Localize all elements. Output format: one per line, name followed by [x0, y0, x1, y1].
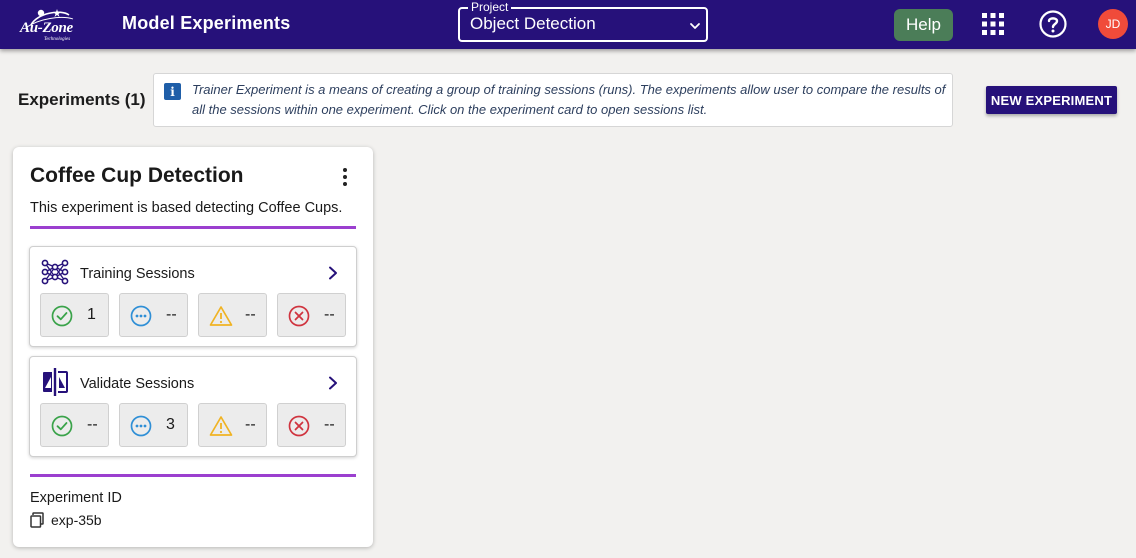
- warning-icon: [209, 306, 233, 326]
- help-circle-icon[interactable]: [1038, 9, 1068, 39]
- experiments-count: Experiments (1): [18, 90, 146, 109]
- validate-failed-stat[interactable]: --: [277, 403, 346, 447]
- validate-failed-count: --: [324, 416, 335, 433]
- check-circle-icon: [51, 415, 73, 437]
- running-dots-icon: [130, 305, 152, 327]
- neural-network-icon: [41, 259, 69, 285]
- copy-icon[interactable]: [30, 512, 45, 528]
- info-text: Trainer Experiment is a means of creatin…: [192, 82, 946, 117]
- training-completed-count: 1: [87, 306, 96, 323]
- au-zone-logo[interactable]: Au-Zone Technologies: [17, 5, 81, 43]
- experiment-title: Coffee Cup Detection: [30, 164, 244, 187]
- check-circle-icon: [51, 305, 73, 327]
- project-select-label: Project: [468, 0, 512, 14]
- experiment-card[interactable]: Coffee Cup Detection This experiment is …: [13, 147, 373, 547]
- top-app-bar: Au-Zone Technologies Model Experiments P…: [0, 0, 1136, 49]
- project-select[interactable]: Project Object Detection: [458, 0, 708, 42]
- logo-text: Au-Zone: [20, 20, 73, 36]
- training-warning-count: --: [245, 306, 256, 323]
- info-icon: i: [164, 83, 181, 100]
- page-title: Model Experiments: [122, 13, 291, 33]
- error-circle-icon: [288, 305, 310, 327]
- training-warning-stat[interactable]: --: [198, 293, 267, 337]
- validate-running-count: 3: [166, 416, 175, 433]
- validate-sessions-label: Validate Sessions: [80, 376, 195, 392]
- validate-completed-count: --: [87, 416, 98, 433]
- training-completed-stat[interactable]: 1: [40, 293, 109, 337]
- card-divider-bottom: [30, 474, 356, 477]
- chevron-right-icon[interactable]: [328, 266, 338, 280]
- logo-subtext: Technologies: [44, 37, 71, 42]
- running-dots-icon: [130, 415, 152, 437]
- training-sessions-label: Training Sessions: [80, 266, 195, 282]
- experiment-description: This experiment is based detecting Coffe…: [30, 200, 343, 216]
- training-failed-count: --: [324, 306, 335, 323]
- help-button[interactable]: Help: [894, 9, 953, 41]
- validate-compare-icon: [43, 368, 68, 396]
- apps-grid-icon[interactable]: [982, 13, 1004, 35]
- error-circle-icon: [288, 415, 310, 437]
- training-sessions-panel[interactable]: Training Sessions 1 -- -- --: [29, 246, 357, 347]
- chevron-down-icon: [690, 23, 700, 29]
- new-experiment-button[interactable]: NEW EXPERIMENT: [986, 86, 1117, 114]
- experiment-id-value: exp-35b: [51, 512, 102, 528]
- training-running-stat[interactable]: --: [119, 293, 188, 337]
- training-failed-stat[interactable]: --: [277, 293, 346, 337]
- chevron-right-icon[interactable]: [328, 376, 338, 390]
- experiment-id-label: Experiment ID: [30, 490, 122, 506]
- more-vert-icon[interactable]: [339, 167, 351, 187]
- info-banner: i Trainer Experiment is a means of creat…: [153, 73, 953, 127]
- project-select-value: Object Detection: [470, 14, 596, 33]
- validate-warning-count: --: [245, 416, 256, 433]
- validate-running-stat[interactable]: 3: [119, 403, 188, 447]
- card-divider-top: [30, 226, 356, 229]
- user-avatar[interactable]: JD: [1098, 9, 1128, 39]
- training-running-count: --: [166, 306, 177, 323]
- validate-warning-stat[interactable]: --: [198, 403, 267, 447]
- validate-sessions-panel[interactable]: Validate Sessions -- 3 -- --: [29, 356, 357, 457]
- warning-icon: [209, 416, 233, 436]
- validate-completed-stat[interactable]: --: [40, 403, 109, 447]
